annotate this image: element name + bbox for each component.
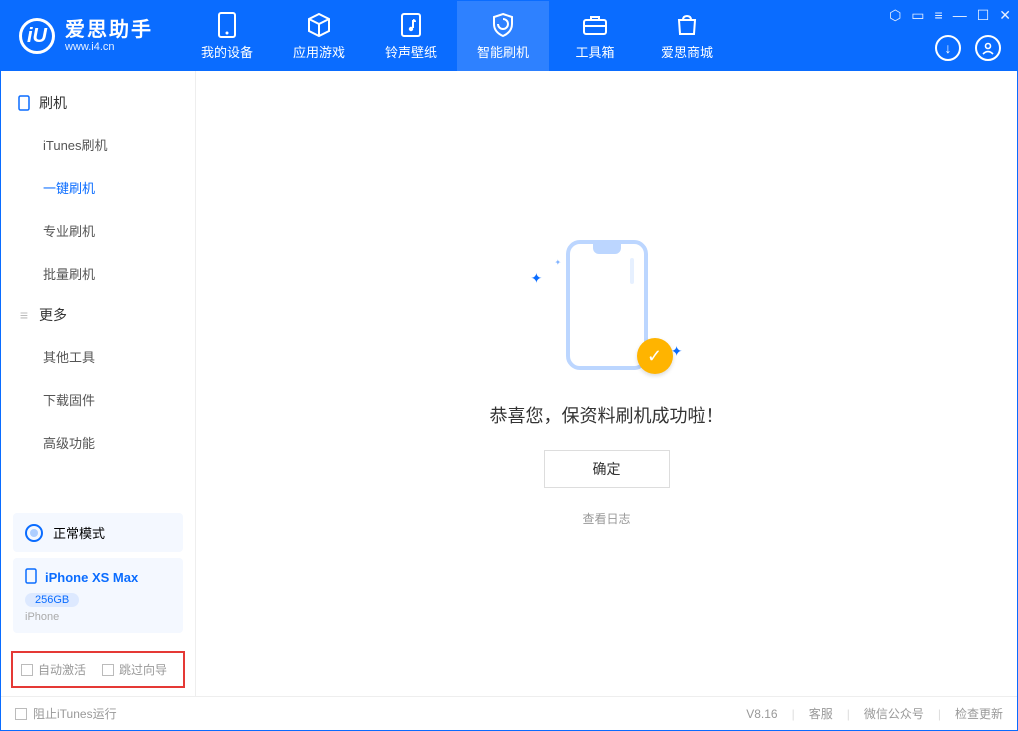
main-content: ✦ ✦ ✦ ✓ 恭喜您，保资料刷机成功啦！ 确定 查看日志 bbox=[196, 71, 1017, 696]
nav-store[interactable]: 爱思商城 bbox=[641, 1, 733, 71]
app-name: 爱思助手 bbox=[65, 19, 153, 41]
version-label: V8.16 bbox=[746, 707, 777, 721]
device-name: iPhone XS Max bbox=[45, 570, 138, 585]
sparkle-icon: ✦ bbox=[555, 258, 562, 267]
nav-label: 应用游戏 bbox=[293, 42, 345, 61]
logo[interactable]: iU 爱思助手 www.i4.cn bbox=[1, 18, 171, 54]
device-icon bbox=[214, 12, 240, 38]
skip-guide-checkbox[interactable]: 跳过向导 bbox=[102, 661, 167, 678]
nav-label: 工具箱 bbox=[575, 42, 614, 61]
nav-apps[interactable]: 应用游戏 bbox=[273, 1, 365, 71]
sidebar-item-other[interactable]: 其他工具 bbox=[1, 335, 195, 378]
nav-label: 智能刷机 bbox=[477, 42, 529, 61]
footer-link-wechat[interactable]: 微信公众号 bbox=[864, 705, 924, 722]
sidebar-item-pro[interactable]: 专业刷机 bbox=[1, 209, 195, 252]
checkbox-icon bbox=[15, 708, 27, 720]
minimize-icon[interactable]: ― bbox=[953, 7, 967, 24]
sidebar: 刷机 iTunes刷机 一键刷机 专业刷机 批量刷机 ≡ 更多 其他工具 下载固… bbox=[1, 71, 196, 696]
download-icon[interactable]: ↓ bbox=[935, 35, 961, 61]
footer: 阻止iTunes运行 V8.16 | 客服 | 微信公众号 | 检查更新 bbox=[1, 696, 1017, 730]
checkbox-icon bbox=[21, 664, 33, 676]
group-title: 刷机 bbox=[39, 93, 67, 113]
cube-icon bbox=[306, 12, 332, 38]
nav-toolbox[interactable]: 工具箱 bbox=[549, 1, 641, 71]
sidebar-group-flash[interactable]: 刷机 bbox=[1, 83, 195, 123]
separator: | bbox=[938, 707, 941, 721]
maximize-icon[interactable]: ☐ bbox=[977, 7, 990, 24]
close-icon[interactable]: ✕ bbox=[999, 7, 1011, 24]
phone-icon bbox=[25, 568, 37, 587]
separator: | bbox=[792, 707, 795, 721]
sparkle-icon: ✦ bbox=[671, 343, 683, 360]
sidebar-item-oneclick[interactable]: 一键刷机 bbox=[1, 166, 195, 209]
sidebar-item-firmware[interactable]: 下载固件 bbox=[1, 378, 195, 421]
titlebar: iU 爱思助手 www.i4.cn 我的设备 应用游戏 铃声壁纸 智能刷机 bbox=[1, 1, 1017, 71]
logo-text: 爱思助手 www.i4.cn bbox=[65, 19, 153, 53]
device-storage: 256GB bbox=[25, 593, 79, 607]
shield-icon bbox=[490, 12, 516, 38]
sidebar-item-batch[interactable]: 批量刷机 bbox=[1, 252, 195, 295]
app-site: www.i4.cn bbox=[65, 41, 153, 53]
user-icon[interactable] bbox=[975, 35, 1001, 61]
shirt-icon[interactable]: ⬡ bbox=[889, 7, 901, 24]
view-log-link[interactable]: 查看日志 bbox=[582, 510, 630, 527]
sparkle-icon: ✦ bbox=[531, 270, 543, 287]
status-dot-icon bbox=[25, 524, 43, 542]
flash-options: 自动激活 跳过向导 bbox=[11, 651, 185, 688]
nav-ringtones[interactable]: 铃声壁纸 bbox=[365, 1, 457, 71]
body: 刷机 iTunes刷机 一键刷机 专业刷机 批量刷机 ≡ 更多 其他工具 下载固… bbox=[1, 71, 1017, 696]
account-controls: ↓ bbox=[935, 35, 1001, 61]
note-icon[interactable]: ▭ bbox=[911, 7, 924, 24]
checkbox-label: 跳过向导 bbox=[119, 661, 167, 678]
sidebar-group-more[interactable]: ≡ 更多 bbox=[1, 295, 195, 335]
nav-label: 爱思商城 bbox=[661, 42, 713, 61]
bag-icon bbox=[674, 12, 700, 38]
footer-link-update[interactable]: 检查更新 bbox=[955, 705, 1003, 722]
separator: | bbox=[847, 707, 850, 721]
sidebar-scroll: 刷机 iTunes刷机 一键刷机 专业刷机 批量刷机 ≡ 更多 其他工具 下载固… bbox=[1, 71, 195, 505]
check-badge-icon: ✓ bbox=[637, 338, 673, 374]
auto-activate-checkbox[interactable]: 自动激活 bbox=[21, 661, 86, 678]
music-icon bbox=[398, 12, 424, 38]
footer-link-support[interactable]: 客服 bbox=[809, 705, 833, 722]
logo-icon: iU bbox=[19, 18, 55, 54]
nav-label: 我的设备 bbox=[201, 42, 253, 61]
phone-icon bbox=[17, 96, 31, 110]
sidebar-item-advanced[interactable]: 高级功能 bbox=[1, 421, 195, 464]
device-mode-status[interactable]: 正常模式 bbox=[13, 513, 183, 552]
menu-icon: ≡ bbox=[17, 308, 31, 322]
checkbox-label: 自动激活 bbox=[38, 661, 86, 678]
block-itunes-checkbox[interactable]: 阻止iTunes运行 bbox=[15, 705, 117, 722]
success-illustration: ✦ ✦ ✦ ✓ bbox=[537, 240, 677, 380]
sidebar-item-itunes[interactable]: iTunes刷机 bbox=[1, 123, 195, 166]
menu-icon[interactable]: ≡ bbox=[935, 7, 943, 24]
checkbox-label: 阻止iTunes运行 bbox=[33, 705, 117, 722]
nav-my-device[interactable]: 我的设备 bbox=[181, 1, 273, 71]
checkbox-icon bbox=[102, 664, 114, 676]
window-controls: ⬡ ▭ ≡ ― ☐ ✕ bbox=[889, 7, 1011, 24]
nav-flash[interactable]: 智能刷机 bbox=[457, 1, 549, 71]
ok-button[interactable]: 确定 bbox=[544, 450, 670, 488]
phone-illustration bbox=[566, 240, 648, 370]
group-title: 更多 bbox=[39, 305, 67, 325]
device-card[interactable]: iPhone XS Max 256GB iPhone bbox=[13, 558, 183, 633]
success-message: 恭喜您，保资料刷机成功啦！ bbox=[490, 402, 724, 428]
app-window: iU 爱思助手 www.i4.cn 我的设备 应用游戏 铃声壁纸 智能刷机 bbox=[0, 0, 1018, 731]
nav-label: 铃声壁纸 bbox=[385, 42, 437, 61]
top-nav: 我的设备 应用游戏 铃声壁纸 智能刷机 工具箱 爱思商城 bbox=[181, 1, 733, 71]
device-type: iPhone bbox=[25, 611, 171, 623]
status-label: 正常模式 bbox=[53, 523, 105, 542]
toolbox-icon bbox=[582, 12, 608, 38]
